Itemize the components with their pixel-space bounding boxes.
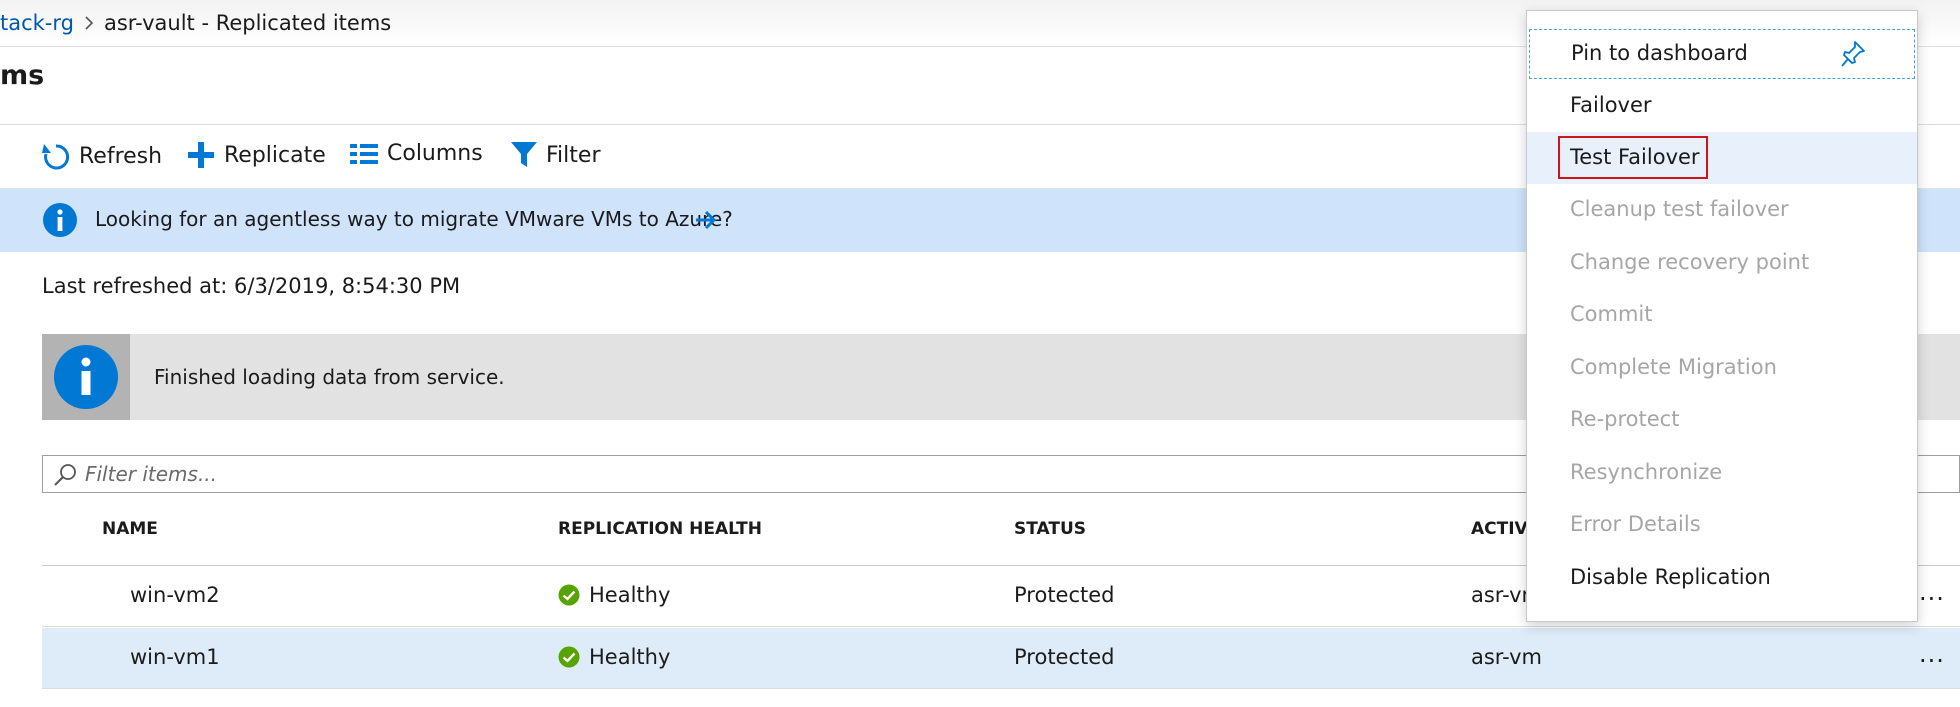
columns-label: Columns	[387, 141, 483, 166]
row-status: Protected	[1014, 645, 1115, 669]
menu-item-label: Test Failover	[1570, 145, 1700, 169]
menu-item-label: Complete Migration	[1570, 355, 1777, 379]
menu-item-label: Re-protect	[1570, 407, 1680, 431]
pin-icon[interactable]	[1840, 40, 1866, 68]
menu-item-label: Pin to dashboard	[1571, 41, 1748, 65]
menu-item-re-protect: Re-protect	[1527, 394, 1917, 446]
refresh-label: Refresh	[79, 143, 163, 169]
row-health: Healthy	[558, 645, 670, 669]
search-icon	[54, 464, 76, 486]
chevron-right-icon	[74, 15, 104, 31]
menu-item-label: Change recovery point	[1570, 250, 1810, 274]
plus-icon	[188, 142, 214, 168]
breadcrumb-current: asr-vault - Replicated items	[103, 11, 392, 35]
breadcrumb: tack-rg asr-vault - Replicated items	[0, 11, 391, 35]
menu-item-label: Commit	[1570, 302, 1653, 326]
menu-item-commit: Commit	[1527, 289, 1917, 341]
column-header-replication-health[interactable]: REPLICATION HEALTH	[558, 519, 762, 539]
row-name: win-vm2	[130, 583, 220, 607]
filter-button[interactable]: Filter	[511, 141, 600, 169]
refresh-icon	[42, 144, 70, 170]
menu-item-cleanup-test-failover: Cleanup test failover	[1527, 184, 1917, 236]
filter-icon	[511, 142, 537, 167]
replicate-label: Replicate	[224, 142, 326, 168]
notice-text: Finished loading data from service.	[154, 365, 505, 389]
last-refreshed-text: Last refreshed at: 6/3/2019, 8:54:30 PM	[42, 274, 461, 298]
menu-item-test-failover[interactable]: Test Failover	[1527, 132, 1917, 184]
menu-item-label: Disable Replication	[1570, 565, 1771, 589]
column-header-active[interactable]: ACTIVI	[1471, 519, 1534, 539]
replicate-button[interactable]: Replicate	[187, 141, 326, 169]
promo-text: Looking for an agentless way to migrate …	[95, 207, 733, 231]
menu-item-label: Error Details	[1570, 512, 1701, 536]
row-name: win-vm1	[130, 645, 220, 669]
info-icon	[43, 203, 77, 237]
table-row[interactable]: win-vm1 Healthy Protected asr-vm ...	[42, 628, 1960, 689]
row-active-location: asr-vr	[1471, 583, 1531, 607]
columns-button[interactable]: Columns	[350, 141, 483, 166]
info-icon	[54, 345, 118, 409]
menu-item-label: Cleanup test failover	[1570, 197, 1789, 221]
row-status: Protected	[1014, 583, 1115, 607]
search-input[interactable]	[85, 461, 1485, 487]
breadcrumb-parent-link[interactable]: tack-rg	[0, 11, 74, 35]
check-circle-icon	[558, 584, 580, 606]
more-icon[interactable]: ...	[1919, 578, 1945, 606]
menu-item-disable-replication[interactable]: Disable Replication	[1527, 552, 1917, 604]
filter-label: Filter	[546, 142, 601, 168]
arrow-right-icon[interactable]	[694, 209, 718, 231]
menu-item-label: Failover	[1570, 93, 1652, 117]
column-header-name[interactable]: NAME	[102, 519, 158, 539]
check-circle-icon	[558, 646, 580, 668]
menu-item-label: Resynchronize	[1570, 460, 1723, 484]
menu-item-resynchronize: Resynchronize	[1527, 447, 1917, 499]
more-icon[interactable]: ...	[1919, 640, 1945, 668]
health-label: Healthy	[589, 645, 671, 669]
context-menu: Pin to dashboard Failover Test Failover …	[1526, 10, 1918, 622]
row-active-location: asr-vm	[1471, 645, 1542, 669]
columns-icon	[350, 143, 378, 164]
menu-item-complete-migration: Complete Migration	[1527, 342, 1917, 394]
menu-item-error-details: Error Details	[1527, 499, 1917, 551]
menu-item-failover[interactable]: Failover	[1527, 80, 1917, 132]
refresh-button[interactable]: Refresh	[42, 141, 162, 171]
column-header-status[interactable]: STATUS	[1014, 519, 1086, 539]
menu-item-pin-to-dashboard[interactable]: Pin to dashboard	[1528, 28, 1916, 80]
menu-item-change-recovery-point: Change recovery point	[1527, 237, 1917, 289]
notice-icon-box	[42, 334, 130, 420]
row-health: Healthy	[558, 583, 670, 607]
page-title: ms	[0, 60, 45, 91]
health-label: Healthy	[589, 583, 671, 607]
